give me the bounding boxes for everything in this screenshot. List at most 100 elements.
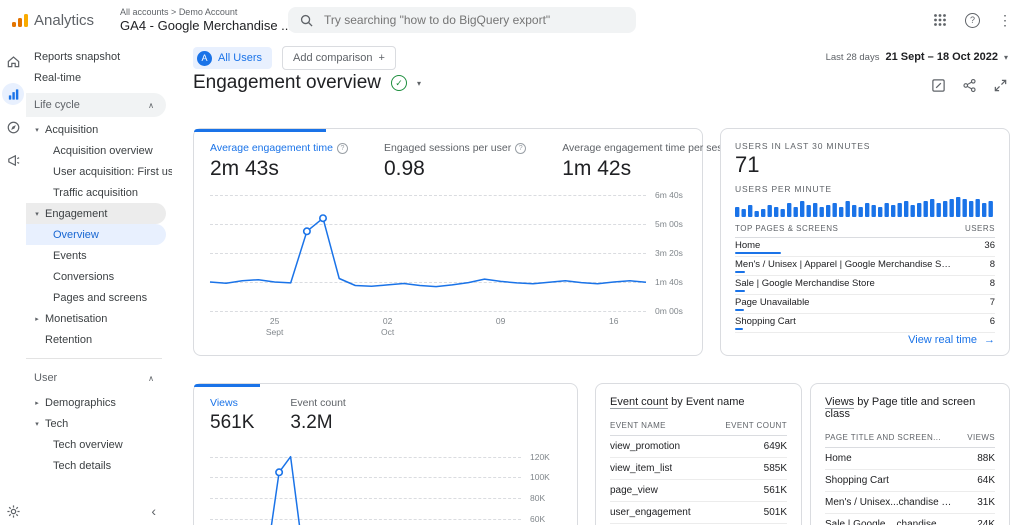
segment-avatar: A <box>197 50 212 66</box>
breadcrumb: All accounts > Demo Account <box>120 6 238 17</box>
item-label: Monetisation <box>45 312 108 325</box>
reports-sidebar: Reports snapshot Real-time Life cycle ∧ … <box>26 40 172 525</box>
ga4-analytics-app: Analytics All accounts > Demo Account GA… <box>0 0 1024 525</box>
help-icon[interactable]: ? <box>965 12 980 28</box>
sidebar-item-traffic-acquisition[interactable]: Traffic acquisition <box>26 182 172 203</box>
sidebar-section-user[interactable]: User ∧ <box>26 366 166 390</box>
table-row[interactable]: Men's / Unisex...chandise Store 31K <box>825 492 995 514</box>
event-name: view_item_list <box>610 463 673 474</box>
realtime-row-home[interactable]: Home 36 <box>735 238 995 257</box>
search-input[interactable] <box>322 12 606 28</box>
column-event-count: EVENT COUNT <box>725 421 787 430</box>
table-row[interactable]: user_engagement 501K <box>610 502 787 524</box>
table-row[interactable]: Shopping Cart 64K <box>825 470 995 492</box>
apps-grid-icon[interactable] <box>933 13 947 27</box>
sidebar-item-user-acquisition[interactable]: User acquisition: First user ... <box>26 161 172 182</box>
sidebar-item-acquisition-overview[interactable]: Acquisition overview <box>26 140 172 161</box>
advertising-nav-icon[interactable] <box>2 149 24 171</box>
admin-gear-icon[interactable] <box>0 504 26 519</box>
item-label: Acquisition <box>45 123 99 136</box>
tab-engaged-sessions-per-user[interactable]: Engaged sessions per user ? 0.98 <box>383 142 527 181</box>
value-bar <box>735 328 743 330</box>
tab-event-count[interactable]: Event count 3.2M <box>290 397 345 434</box>
users-per-minute-bars <box>735 197 993 217</box>
views-count: 64K <box>977 475 995 486</box>
y-axis-tick: 100K <box>530 472 550 483</box>
table-row[interactable]: view_item_list 585K <box>610 458 787 480</box>
sidebar-item-retention[interactable]: Retention <box>26 329 172 350</box>
explore-nav-icon[interactable] <box>2 116 24 138</box>
users-per-minute-label: USERS PER MINUTE <box>735 184 832 194</box>
gridline <box>210 311 646 312</box>
realtime-row-mens-unisex[interactable]: Men's / Unisex | Apparel | Google Mercha… <box>735 257 995 276</box>
event-count-card: Event count by Event name EVENT NAME EVE… <box>595 383 802 525</box>
sidebar-item-pages-and-screens[interactable]: Pages and screens <box>26 287 172 308</box>
expand-arrow-icon: ▾ <box>35 210 39 218</box>
reports-nav-icon[interactable] <box>2 83 24 105</box>
insights-icon[interactable] <box>993 78 1008 93</box>
metric-selector[interactable]: Event count <box>610 396 669 409</box>
metric-label: Views <box>210 397 238 409</box>
y-axis-tick: 1m 40s <box>655 277 683 287</box>
sidebar-item-reports-snapshot[interactable]: Reports snapshot <box>26 46 172 67</box>
table-row[interactable]: Sale | Google ...chandise Store 24K <box>825 514 995 525</box>
table-row[interactable]: Home 88K <box>825 448 995 470</box>
caret-down-icon[interactable]: ▾ <box>417 79 421 88</box>
realtime-row-shopping-cart[interactable]: Shopping Cart 6 <box>735 314 995 333</box>
page-title: Shopping Cart <box>825 475 889 486</box>
sidebar-item-demographics[interactable]: ▸ Demographics <box>26 392 172 413</box>
sidebar-item-real-time[interactable]: Real-time <box>26 67 172 88</box>
info-icon[interactable]: ? <box>515 142 527 154</box>
customize-report-icon[interactable] <box>931 78 946 93</box>
y-axis-tick: 6m 40s <box>655 190 683 200</box>
arrow-right-icon: → <box>984 334 995 346</box>
home-nav-icon[interactable] <box>2 50 24 72</box>
tab-views[interactable]: Views 561K <box>210 397 254 434</box>
search-bar[interactable] <box>288 7 636 33</box>
column-event-name: EVENT NAME <box>610 421 666 430</box>
add-comparison-chip[interactable]: Add comparison + <box>282 46 396 70</box>
data-quality-check-icon[interactable]: ✓ <box>391 75 407 91</box>
sidebar-item-acquisition[interactable]: ▾ Acquisition <box>26 119 172 140</box>
collapse-sidebar-icon[interactable]: ‹ <box>151 503 156 519</box>
realtime-row-sale[interactable]: Sale | Google Merchandise Store 8 <box>735 276 995 295</box>
users-count: 8 <box>989 259 995 270</box>
table-row[interactable]: view_promotion 649K <box>610 436 787 458</box>
tab-average-engagement-time[interactable]: Average engagement time ? 2m 43s <box>210 142 348 181</box>
y-axis-tick: 3m 20s <box>655 248 683 258</box>
sidebar-item-tech[interactable]: ▾ Tech <box>26 413 172 434</box>
sidebar-item-conversions[interactable]: Conversions <box>26 266 172 287</box>
views-count: 24K <box>977 519 995 525</box>
engagement_time_trend-line <box>209 214 647 288</box>
sidebar-item-engagement[interactable]: ▾ Engagement <box>26 203 166 224</box>
account-switcher[interactable]: All accounts > Demo Account GA4 - Google… <box>120 7 301 33</box>
view-real-time-link[interactable]: View real time → <box>908 334 995 346</box>
analytics-logo-icon[interactable] <box>12 13 28 27</box>
sidebar-item-monetisation[interactable]: ▸ Monetisation <box>26 308 172 329</box>
value-bar <box>735 290 746 292</box>
sidebar-item-tech-details[interactable]: Tech details <box>26 455 172 476</box>
metric-value: 561K <box>210 412 255 433</box>
page-name: Sale | Google Merchandise Store <box>735 278 875 289</box>
sidebar-section-life-cycle[interactable]: Life cycle ∧ <box>26 93 166 117</box>
page-title: Engagement overview <box>193 72 381 93</box>
all-users-chip[interactable]: A All Users <box>193 47 273 69</box>
sidebar-item-events[interactable]: Events <box>26 245 172 266</box>
table-row[interactable]: page_view 561K <box>610 480 787 502</box>
metric-label: Engaged sessions per user <box>383 142 512 154</box>
page-views-card: Views by Page title and screen class PAG… <box>810 383 1010 525</box>
x-axis-tick: 09 <box>495 316 506 326</box>
date-range-picker[interactable]: Last 28 days 21 Sept – 18 Oct 2022 ▾ <box>826 51 1008 63</box>
date-range-value: 21 Sept – 18 Oct 2022 <box>885 51 998 63</box>
card-title: Event count by Event name <box>610 396 787 409</box>
realtime-row-page-unavailable[interactable]: Page Unavailable 7 <box>735 295 995 314</box>
users-count: 8 <box>989 278 995 289</box>
more-vert-icon[interactable]: ⋮ <box>998 12 1012 29</box>
info-icon[interactable]: ? <box>336 142 348 154</box>
metric-value: 3.2M <box>290 412 333 433</box>
sidebar-item-overview-selected[interactable]: Overview <box>26 224 166 245</box>
sidebar-item-tech-overview[interactable]: Tech overview <box>26 434 172 455</box>
link-label: View real time <box>908 334 977 346</box>
event-name: page_view <box>610 485 658 496</box>
share-icon[interactable] <box>962 78 977 93</box>
